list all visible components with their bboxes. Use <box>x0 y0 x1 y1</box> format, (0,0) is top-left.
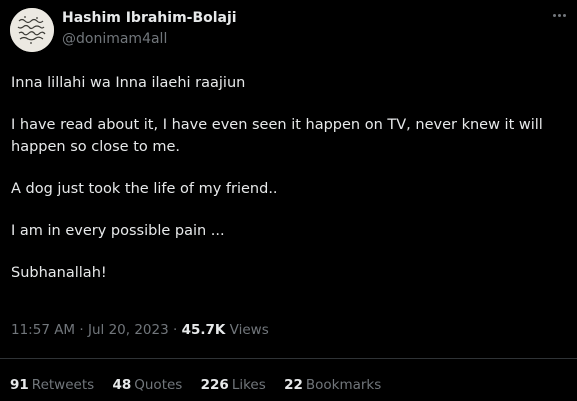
tweet-paragraph: I have read about it, I have even seen i… <box>11 117 543 155</box>
tweet-paragraph: A dog just took the life of my friend.. <box>11 181 278 197</box>
tweet-time[interactable]: 11:57 AM <box>11 322 75 338</box>
tweet-paragraph: Inna lillahi wa Inna ilaehi raajiun <box>11 75 246 91</box>
likes-stat[interactable]: 226 Likes <box>201 377 266 393</box>
likes-count: 226 <box>200 377 229 393</box>
tweet-paragraph: I am in every possible pain ... <box>11 223 225 239</box>
bookmarks-count: 22 <box>284 377 303 393</box>
more-options-icon[interactable] <box>546 4 572 26</box>
retweets-count: 91 <box>10 377 29 393</box>
engagement-stats: 91 Retweets 48 Quotes 226 Likes 22 Bookmarks <box>10 377 395 393</box>
author-name[interactable]: Hashim Ibrahim-Bolaji <box>62 10 237 26</box>
quotes-label: Quotes <box>134 377 183 393</box>
dot <box>552 13 556 17</box>
dot <box>562 13 566 17</box>
tweet-meta: 11:57 AM · Jul 20, 2023 · 45.7K Views <box>11 322 269 338</box>
tweet-paragraph: Subhanallah! <box>11 265 107 281</box>
retweets-label: Retweets <box>31 377 95 393</box>
tweet-date[interactable]: Jul 20, 2023 <box>88 322 169 338</box>
views-count: 45.7K <box>181 322 226 338</box>
author-handle[interactable]: @donimam4all <box>62 31 167 47</box>
meta-separator: · <box>79 322 84 338</box>
tweet: Hashim Ibrahim-Bolaji @donimam4all Inna … <box>0 0 577 401</box>
quotes-count: 48 <box>112 377 132 393</box>
meta-separator: · <box>172 322 178 338</box>
divider <box>0 358 577 359</box>
retweets-stat[interactable]: 91 Retweets <box>10 377 94 393</box>
avatar[interactable] <box>10 8 54 52</box>
tweet-text: Inna lillahi wa Inna ilaehi raajiun I ha… <box>11 72 567 284</box>
quotes-stat[interactable]: 48 Quotes <box>112 377 182 393</box>
avatar-calligraphy-image <box>10 8 54 52</box>
bookmarks-label: Bookmarks <box>305 377 382 393</box>
dot <box>557 13 561 17</box>
bookmarks-stat[interactable]: 22 Bookmarks <box>284 377 381 393</box>
views-label: Views <box>229 322 269 338</box>
likes-label: Likes <box>231 377 266 393</box>
